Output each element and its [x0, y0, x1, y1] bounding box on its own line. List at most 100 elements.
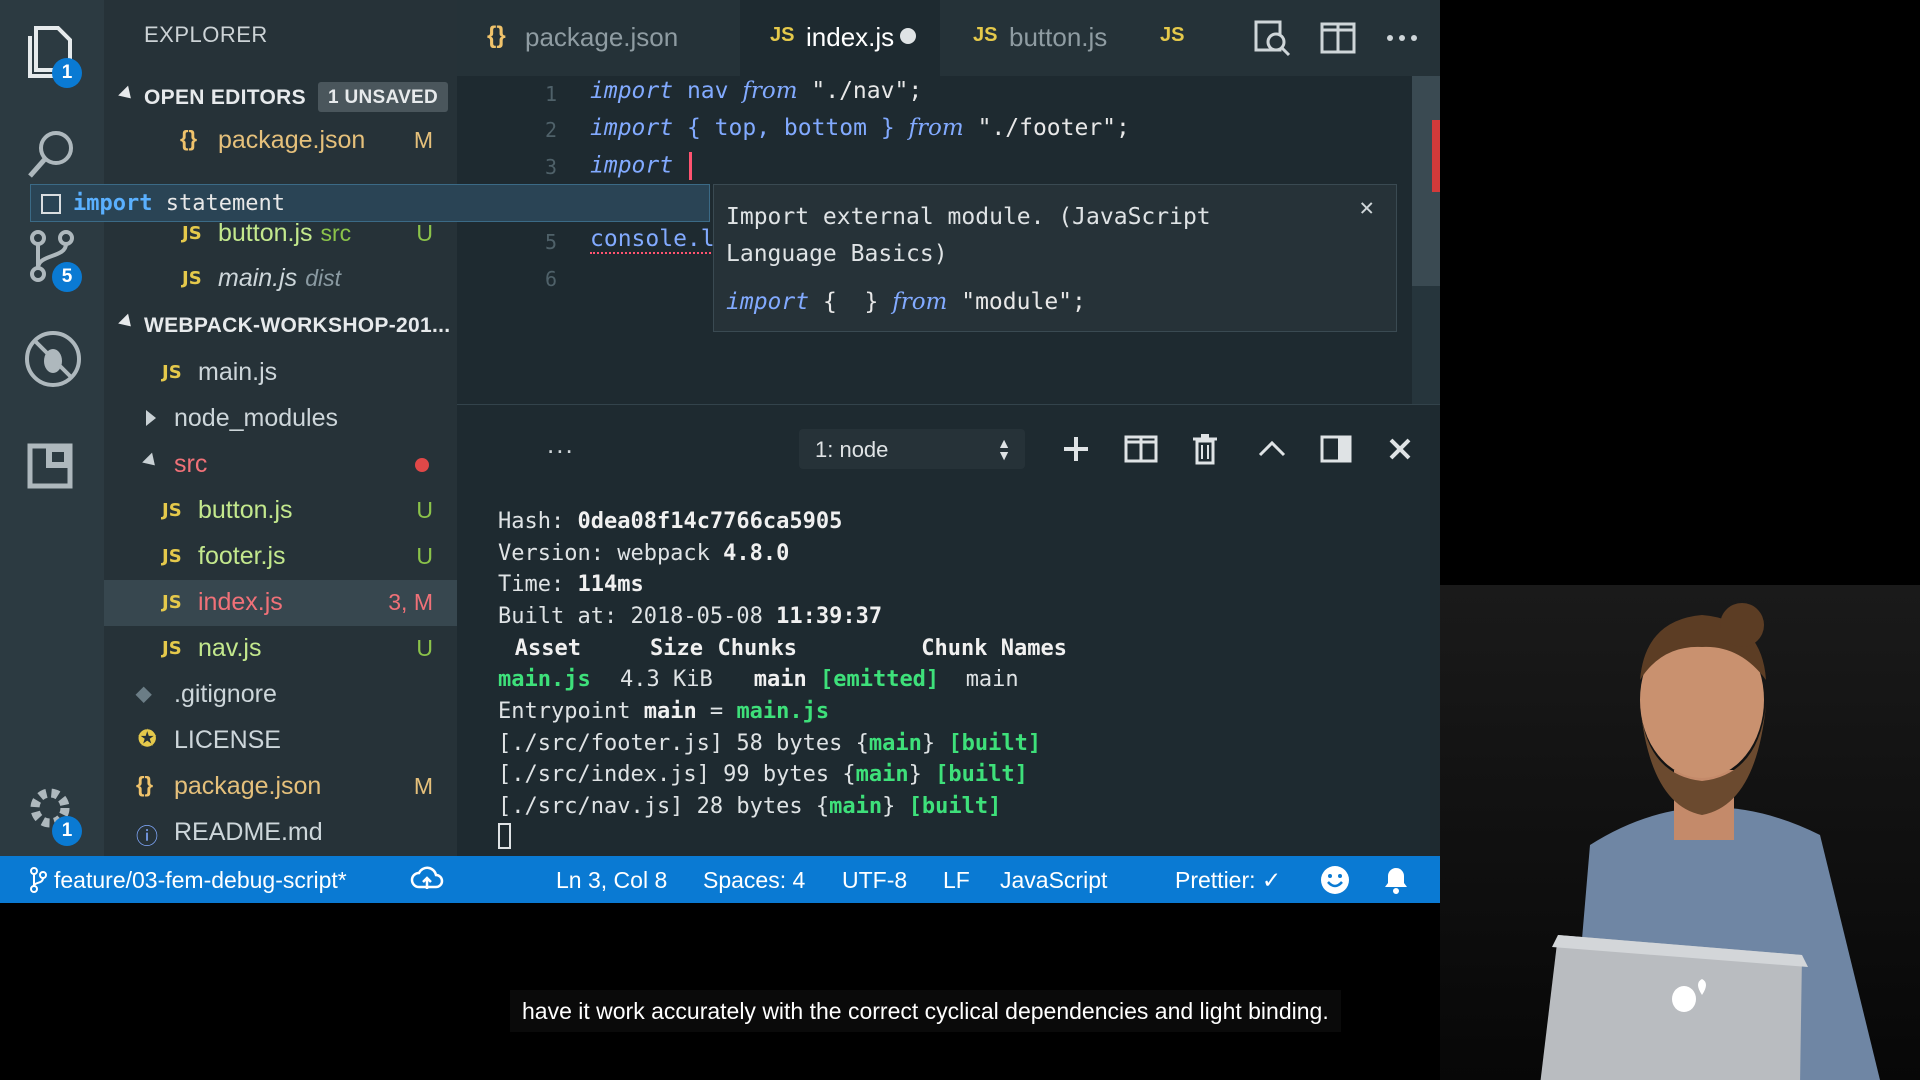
- js-file-icon: JS: [182, 268, 202, 289]
- cursor-position[interactable]: Ln 3, Col 8: [556, 867, 667, 894]
- code-line-1: import nav from "./nav";: [590, 78, 922, 104]
- code-line-5: console.l: [590, 226, 715, 254]
- chevron-down-icon: [142, 452, 160, 471]
- open-editors-header[interactable]: OPEN EDITORS 1 UNSAVED: [104, 76, 457, 118]
- json-file-icon: {}: [487, 22, 506, 49]
- git-status: U: [416, 543, 433, 569]
- suggestion-item[interactable]: import statement: [30, 184, 710, 222]
- keyword: import: [590, 152, 674, 179]
- line-ending[interactable]: LF: [943, 867, 970, 894]
- prettier-status[interactable]: Prettier: ✓: [1175, 867, 1281, 894]
- open-preview-icon[interactable]: [1252, 18, 1292, 58]
- code-line-3: import: [590, 152, 692, 180]
- search-icon[interactable]: [22, 124, 84, 186]
- text-cursor: [688, 152, 692, 180]
- term-path: [./src/footer.js]: [498, 731, 724, 756]
- terminal-table-header: Asset Size Chunks Chunk Names: [498, 636, 1067, 661]
- trash-icon[interactable]: [1185, 429, 1225, 469]
- new-terminal-icon[interactable]: [1056, 429, 1096, 469]
- branch-name[interactable]: feature/03-fem-debug-script*: [54, 867, 347, 894]
- collapse-icon: [118, 313, 136, 332]
- more-actions-icon[interactable]: [1382, 18, 1422, 58]
- unsaved-badge: 1 UNSAVED: [318, 82, 449, 112]
- close-icon[interactable]: ✕: [1360, 193, 1374, 221]
- tree-item-index-js[interactable]: JS index.js 3, M: [104, 580, 457, 626]
- keyword: import: [726, 289, 810, 315]
- terminal-module-index: [./src/index.js] 99 bytes {main} [built]: [498, 762, 1028, 787]
- git-status: M: [413, 127, 433, 153]
- folder-name: node_modules: [174, 404, 339, 432]
- tree-item-gitignore[interactable]: ◆ .gitignore: [104, 672, 457, 718]
- tab-overflow[interactable]: JS: [1146, 0, 1196, 76]
- panel-more-button[interactable]: ...: [547, 429, 575, 460]
- vscode-window: 1 5 1 EXPLORER OPEN EDITORS 1 UNSAVED {}…: [0, 0, 1440, 903]
- terminal-select[interactable]: 1: node ▲ ▼: [799, 429, 1025, 469]
- indentation[interactable]: Spaces: 4: [703, 867, 805, 894]
- settings-gear-icon[interactable]: 1: [22, 780, 84, 846]
- tab-button-js[interactable]: JS button.js: [943, 0, 1143, 76]
- string: "./footer";: [977, 115, 1130, 141]
- explorer-icon[interactable]: 1: [22, 22, 84, 88]
- tree-item-license[interactable]: ✪ LICENSE: [104, 718, 457, 764]
- extensions-icon[interactable]: [22, 436, 84, 498]
- maximize-panel-icon[interactable]: [1252, 429, 1292, 469]
- video-caption: have it work accurately with the correct…: [510, 990, 1341, 1032]
- js-file-icon: JS: [1160, 24, 1185, 46]
- file-dir: src: [320, 220, 352, 246]
- feedback-smiley-icon[interactable]: [1319, 864, 1351, 896]
- tree-item-button-js[interactable]: JS button.js U: [104, 488, 457, 534]
- workspace-header[interactable]: WEBPACK-WORKSHOP-201...: [104, 304, 457, 346]
- close-panel-icon[interactable]: [1380, 429, 1420, 469]
- terminal-select-value: 1: node: [815, 437, 889, 462]
- tab-package-json[interactable]: {} package.json: [457, 0, 737, 76]
- tree-item-footer-js[interactable]: JS footer.js U: [104, 534, 457, 580]
- chevron-right-icon: [146, 410, 156, 426]
- js-file-icon: JS: [162, 592, 182, 613]
- presenter-image: [1440, 585, 1920, 1080]
- tab-label: index.js: [806, 22, 895, 52]
- notifications-bell-icon[interactable]: [1382, 865, 1410, 895]
- split-editor-icon[interactable]: [1318, 18, 1358, 58]
- split-terminal-icon[interactable]: [1121, 429, 1161, 469]
- tree-item-readme[interactable]: ⓘ README.md: [104, 810, 457, 856]
- line-number: 5: [544, 230, 557, 254]
- tab-label: package.json: [525, 22, 679, 52]
- debug-icon[interactable]: [22, 328, 84, 390]
- term-text: Hash:: [498, 509, 578, 534]
- file-name: package.json: [174, 772, 322, 800]
- snippet-braces: { }: [822, 289, 879, 315]
- activity-bar: 1 5 1: [0, 0, 104, 856]
- editor-scrollbar[interactable]: [1412, 76, 1440, 404]
- tab-index-js[interactable]: JS index.js: [740, 0, 940, 76]
- file-name: package.json: [218, 126, 366, 154]
- git-status: U: [416, 220, 433, 246]
- term-chunk: main: [753, 667, 807, 692]
- tree-item-main-js[interactable]: JS main.js: [104, 350, 457, 396]
- encoding[interactable]: UTF-8: [842, 867, 907, 894]
- term-header: Chunks: [717, 636, 797, 661]
- open-editor-main-js[interactable]: JS main.js dist: [104, 256, 457, 302]
- tree-item-package-json[interactable]: {} package.json M: [104, 764, 457, 810]
- term-size: 28 bytes {: [683, 794, 830, 819]
- sync-cloud-icon[interactable]: [410, 865, 444, 893]
- open-editor-package-json[interactable]: {} package.json M: [104, 118, 457, 164]
- suggestion-details: Import external module. (JavaScript Lang…: [713, 184, 1397, 332]
- term-value: 0dea08f14c7766ca5905: [577, 509, 843, 534]
- terminal-prompt[interactable]: [498, 823, 511, 849]
- tree-item-nav-js[interactable]: JS nav.js U: [104, 626, 457, 672]
- git-branch-icon: [30, 867, 47, 893]
- file-name: .gitignore: [174, 680, 277, 708]
- term-size: 99 bytes {: [709, 762, 856, 787]
- git-status: M: [413, 773, 433, 799]
- tree-item-src[interactable]: src: [104, 442, 457, 488]
- terminal-entrypoint: Entrypoint main = main.js: [498, 699, 829, 724]
- keyword: from: [892, 289, 948, 315]
- tree-item-node-modules[interactable]: node_modules: [104, 396, 457, 442]
- toggle-panel-position-icon[interactable]: [1316, 429, 1356, 469]
- js-file-icon: JS: [162, 638, 182, 659]
- language-mode[interactable]: JavaScript: [1000, 867, 1107, 894]
- source-control-icon[interactable]: 5: [22, 226, 84, 292]
- unsaved-dot-icon[interactable]: [900, 28, 916, 44]
- details-snippet: import { } from "module";: [726, 289, 1086, 315]
- js-file-icon: JS: [182, 223, 202, 244]
